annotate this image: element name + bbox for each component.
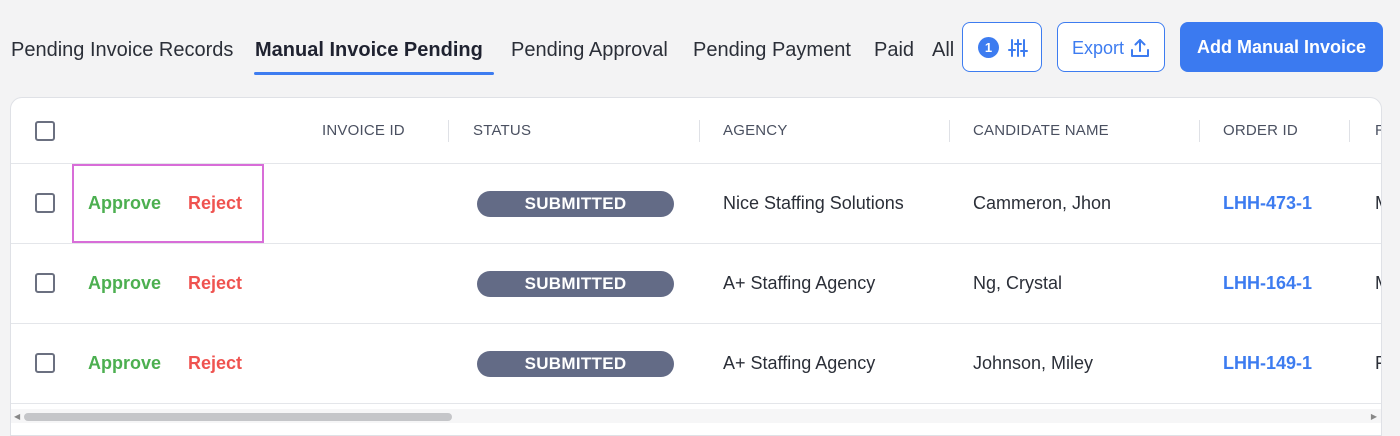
select-all-checkbox[interactable] (35, 121, 55, 141)
candidate-name-cell: Cammeron, Jhon (973, 193, 1112, 213)
sliders-icon (1008, 39, 1028, 57)
tab-pending-invoice-records[interactable]: Pending Invoice Records (11, 36, 233, 64)
export-label: Export (1072, 38, 1125, 58)
column-header-status[interactable]: STATUS (473, 122, 531, 140)
column-header-order-id[interactable]: ORDER ID (1223, 122, 1298, 140)
column-header-agency[interactable]: AGENCY (723, 122, 788, 140)
agency-cell: Nice Staffing Solutions (723, 193, 904, 213)
status-badge: SUBMITTED (477, 191, 674, 217)
reject-button[interactable]: Reject (188, 192, 242, 214)
table-row: Approve Reject SUBMITTED Nice Staffing S… (11, 164, 1381, 244)
row-checkbox[interactable] (35, 193, 55, 213)
invoice-table: INVOICE ID STATUS AGENCY CANDIDATE NAME … (10, 97, 1382, 436)
order-id-link[interactable]: LHH-149-1 (1223, 352, 1312, 374)
column-header-truncated[interactable]: R (1375, 122, 1381, 140)
invoice-tabs: Pending Invoice Records Manual Invoice P… (0, 22, 960, 78)
truncated-cell: M (1375, 272, 1381, 294)
tab-pending-approval[interactable]: Pending Approval (511, 36, 668, 64)
column-divider (1199, 120, 1200, 142)
approve-button[interactable]: Approve (88, 272, 161, 294)
column-divider (949, 120, 950, 142)
column-header-candidate-name[interactable]: CANDIDATE NAME (973, 122, 1109, 140)
scroll-right-icon[interactable]: ▶ (1371, 412, 1377, 421)
scrollbar-thumb[interactable] (24, 413, 452, 421)
active-tab-indicator (254, 72, 494, 75)
reject-button[interactable]: Reject (188, 272, 242, 294)
add-manual-invoice-button[interactable]: Add Manual Invoice (1180, 22, 1383, 72)
filter-button[interactable]: 1 (962, 22, 1042, 72)
approve-button[interactable]: Approve (88, 352, 161, 374)
tab-pending-payment[interactable]: Pending Payment (693, 36, 851, 64)
agency-cell: A+ Staffing Agency (723, 273, 876, 293)
column-header-invoice-id[interactable]: INVOICE ID (322, 122, 405, 140)
status-badge: SUBMITTED (477, 351, 674, 377)
table-row: Approve Reject SUBMITTED A+ Staffing Age… (11, 324, 1381, 404)
column-divider (448, 120, 449, 142)
horizontal-scrollbar[interactable]: ◀ ▶ (11, 409, 1381, 423)
status-badge: SUBMITTED (477, 271, 674, 297)
table-row: Approve Reject SUBMITTED A+ Staffing Age… (11, 244, 1381, 324)
order-id-link[interactable]: LHH-164-1 (1223, 272, 1312, 294)
row-checkbox[interactable] (35, 353, 55, 373)
tab-all[interactable]: All (932, 36, 954, 64)
tab-paid[interactable]: Paid (874, 36, 914, 64)
truncated-cell: F (1375, 352, 1381, 374)
order-id-link[interactable]: LHH-473-1 (1223, 192, 1312, 214)
reject-button[interactable]: Reject (188, 352, 242, 374)
upload-icon (1131, 39, 1149, 57)
column-divider (699, 120, 700, 142)
agency-cell: A+ Staffing Agency (723, 353, 876, 373)
filter-count-badge: 1 (978, 37, 999, 58)
table-header: INVOICE ID STATUS AGENCY CANDIDATE NAME … (11, 98, 1381, 164)
column-divider (1349, 120, 1350, 142)
row-checkbox[interactable] (35, 273, 55, 293)
candidate-name-cell: Johnson, Miley (973, 353, 1094, 373)
truncated-cell: M (1375, 192, 1381, 214)
export-button[interactable]: Export (1057, 22, 1165, 72)
candidate-name-cell: Ng, Crystal (973, 273, 1063, 293)
scroll-left-icon[interactable]: ◀ (14, 412, 20, 421)
tab-manual-invoice-pending[interactable]: Manual Invoice Pending (255, 36, 483, 64)
approve-button[interactable]: Approve (88, 192, 161, 214)
